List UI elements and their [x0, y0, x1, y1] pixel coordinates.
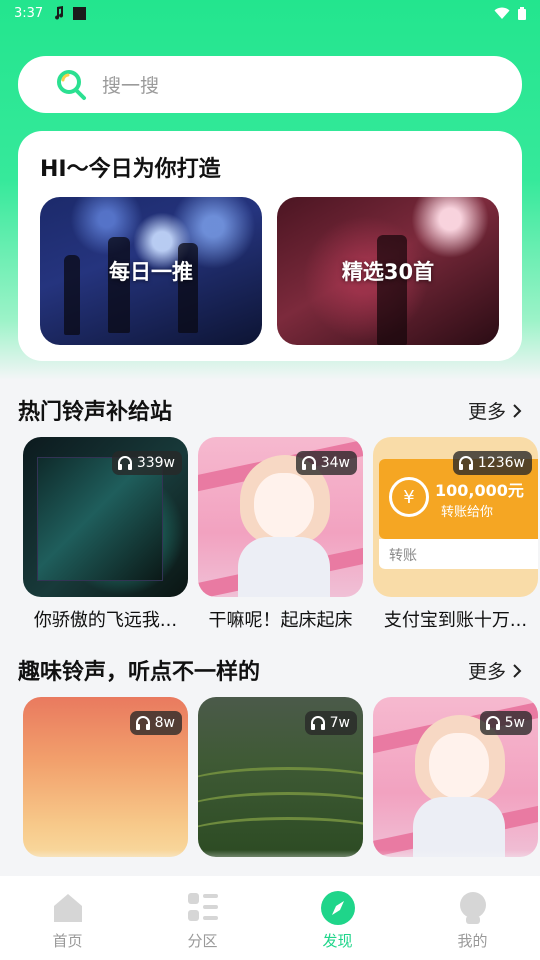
ringtone-card[interactable]: 7w: [198, 697, 363, 857]
section-fun-title: 趣味铃声，听点不一样的: [18, 660, 261, 685]
headphones-icon: [135, 716, 150, 730]
tab-profile[interactable]: 我的: [405, 876, 540, 960]
profile-icon: [459, 892, 486, 924]
play-count-badge: 5w: [479, 711, 532, 735]
ringtone-caption: 干嘛呢！起床起床: [208, 610, 353, 631]
wifi-icon: [494, 7, 510, 19]
performer-silhouette: [64, 255, 80, 335]
status-time: 3:37: [14, 5, 44, 21]
section-fun-more[interactable]: 更多: [468, 657, 522, 684]
chevron-right-icon: [513, 403, 522, 418]
section-hot-title: 热门铃声补给站: [18, 400, 173, 425]
singer-silhouette: [377, 235, 407, 345]
hot-ringtones-row: 339w 你骄傲的飞远我... 34w 干嘛呢！起床起床 ¥ 100,000元 …: [23, 437, 540, 637]
bottom-tab-bar: 首页 分区 发现 我的: [0, 876, 540, 960]
ringtone-thumbnail: ¥ 100,000元 转账给你 转账 1236w: [373, 437, 538, 597]
tab-home[interactable]: 首页: [0, 876, 135, 960]
play-count-badge: 339w: [111, 451, 182, 475]
search-bar[interactable]: 搜一搜: [18, 56, 522, 113]
play-count-badge: 7w: [304, 711, 357, 735]
search-placeholder: 搜一搜: [102, 75, 160, 97]
headphones-icon: [485, 716, 500, 730]
section-hot-more[interactable]: 更多: [468, 397, 522, 424]
ringtone-thumbnail: 34w: [198, 437, 363, 597]
tab-discover[interactable]: 发现: [270, 876, 405, 960]
more-label: 更多: [467, 401, 506, 423]
battery-icon: [518, 6, 526, 20]
daily-pick-label: 每日一推: [109, 260, 193, 284]
search-icon: [57, 69, 86, 100]
ringtone-thumbnail: 5w: [373, 697, 538, 857]
ringtone-card[interactable]: 339w 你骄傲的飞远我...: [23, 437, 188, 632]
ringtone-caption: 你骄傲的飞远我...: [33, 610, 178, 631]
tab-category[interactable]: 分区: [135, 876, 270, 960]
chevron-right-icon: [513, 663, 522, 678]
ringtone-caption: 支付宝到账十万...: [383, 610, 528, 631]
ringtone-thumbnail: 7w: [198, 697, 363, 857]
headphones-icon: [458, 456, 473, 470]
music-note-icon: [55, 6, 64, 20]
today-title: HI～今日为你打造: [40, 157, 221, 182]
daily-pick-card[interactable]: 每日一推: [40, 197, 262, 345]
headphones-icon: [301, 456, 316, 470]
ringtone-card[interactable]: ¥ 100,000元 转账给你 转账 1236w 支付宝到账十万...: [373, 437, 538, 632]
compass-icon: [320, 891, 355, 925]
today-card: HI～今日为你打造 每日一推 精选30首: [18, 131, 522, 361]
yen-coin-icon: ¥: [389, 477, 429, 517]
ringtone-card[interactable]: 5w: [373, 697, 538, 857]
headphones-icon: [117, 456, 132, 470]
ringtone-thumbnail: 8w: [23, 697, 188, 857]
top30-label: 精选30首: [341, 260, 435, 284]
play-count-badge: 34w: [295, 451, 357, 475]
ringtone-card[interactable]: 34w 干嘛呢！起床起床: [198, 437, 363, 632]
category-list-icon: [187, 893, 218, 921]
top30-card[interactable]: 精选30首: [277, 197, 499, 345]
ringtone-card[interactable]: 8w: [23, 697, 188, 857]
play-count-badge: 1236w: [452, 451, 532, 475]
home-icon: [53, 894, 82, 922]
notification-square-icon: [73, 6, 87, 20]
more-label: 更多: [467, 661, 506, 683]
play-count-badge: 8w: [129, 711, 182, 735]
ringtone-thumbnail: 339w: [23, 437, 188, 597]
headphones-icon: [310, 716, 325, 730]
status-bar: 3:37: [0, 0, 540, 26]
